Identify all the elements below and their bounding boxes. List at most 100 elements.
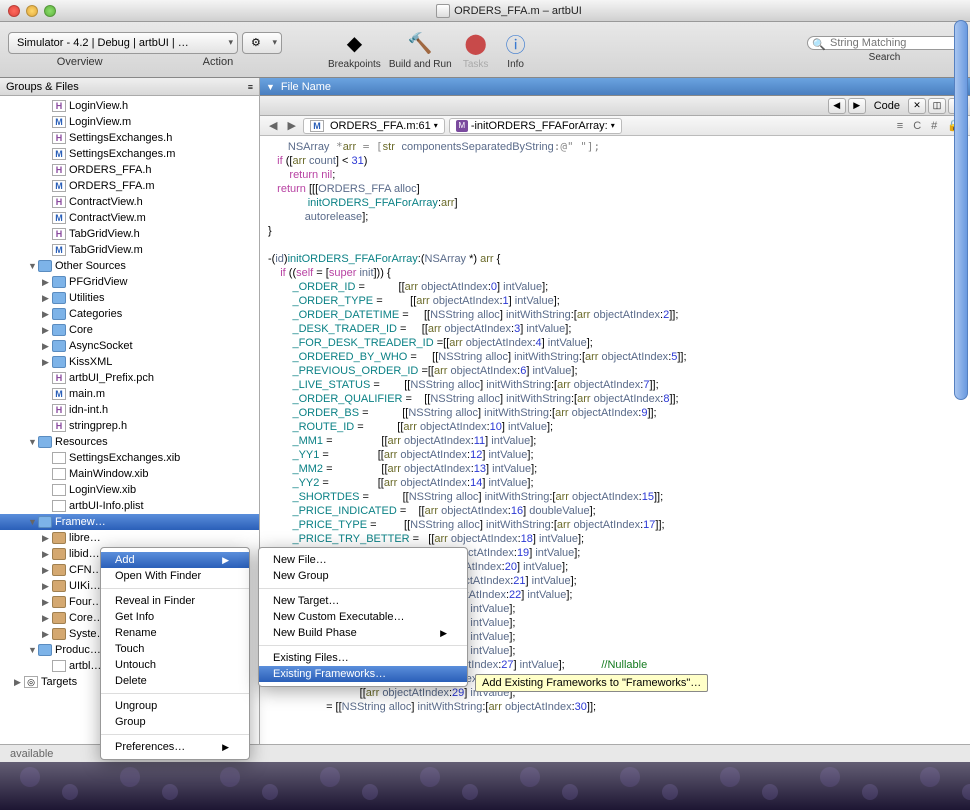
tree-item[interactable]: ▶Utilities — [0, 290, 259, 306]
disclosure-icon[interactable]: ▶ — [42, 629, 52, 640]
history-back-icon[interactable]: ◀ — [266, 119, 280, 132]
include-icon[interactable]: # — [928, 120, 940, 132]
menu-item[interactable]: New Custom Executable… — [259, 609, 467, 625]
tree-item-label: Core… — [69, 612, 104, 624]
build-run-icon[interactable]: 🔨 — [404, 29, 436, 57]
tree-item[interactable]: ▶libre… — [0, 530, 259, 546]
menu-item[interactable]: Ungroup — [101, 698, 249, 714]
h-icon: H — [52, 372, 66, 384]
disclosure-icon[interactable]: ▼ — [28, 645, 38, 655]
disclosure-icon[interactable]: ▼ — [28, 261, 38, 271]
tree-item[interactable]: Hidn-int.h — [0, 402, 259, 418]
disclosure-icon[interactable]: ▶ — [14, 677, 24, 688]
menu-item[interactable]: New File… — [259, 552, 467, 568]
tree-item[interactable]: ▶Core — [0, 322, 259, 338]
tree-item[interactable]: HartbUI_Prefix.pch — [0, 370, 259, 386]
menu-item[interactable]: Delete — [101, 673, 249, 689]
tree-item[interactable]: MLoginView.m — [0, 114, 259, 130]
method-crumb[interactable]: M -initORDERS_FFAForArray: ▾ — [449, 118, 622, 134]
breakpoints-icon[interactable]: ◆ — [338, 29, 370, 57]
disclosure-icon[interactable]: ▶ — [42, 613, 52, 624]
nav-next-icon[interactable]: ▶ — [848, 98, 866, 114]
menu-item[interactable]: New Group — [259, 568, 467, 584]
tree-item[interactable]: ▶ AsyncSocket — [0, 338, 259, 354]
disclosure-icon[interactable]: ▶ — [42, 277, 52, 288]
scheme-dropdown[interactable]: Simulator - 4.2 | Debug | artbUI | … — [8, 32, 238, 54]
tree-item[interactable]: MORDERS_FFA.m — [0, 178, 259, 194]
class-icon[interactable]: C — [910, 120, 924, 132]
document-icon — [436, 4, 450, 18]
tree-item[interactable]: HORDERS_FFA.h — [0, 162, 259, 178]
vertical-scrollbar[interactable] — [954, 20, 968, 400]
close-icon[interactable] — [8, 5, 20, 17]
tree-item[interactable]: ▼Framew… — [0, 514, 259, 530]
tree-item[interactable]: ▶PFGridView — [0, 274, 259, 290]
search-input[interactable] — [830, 37, 953, 49]
sidebar-menu-icon[interactable]: ≡ — [248, 82, 253, 92]
disclosure-icon[interactable]: ▼ — [28, 437, 38, 447]
disclosure-icon[interactable]: ▶ — [42, 325, 52, 336]
tree-item[interactable]: ▶Categories — [0, 306, 259, 322]
h-icon: H — [52, 228, 66, 240]
tree-item[interactable]: HTabGridView.h — [0, 226, 259, 242]
tree-item[interactable]: HLoginView.h — [0, 98, 259, 114]
menu-item[interactable]: Reveal in Finder — [101, 593, 249, 609]
menu-item[interactable]: Add▶ — [101, 552, 249, 568]
tree-item[interactable]: MainWindow.xib — [0, 466, 259, 482]
menu-item[interactable]: Get Info — [101, 609, 249, 625]
menu-item[interactable]: Existing Files… — [259, 650, 467, 666]
menu-item[interactable]: Existing Frameworks… — [259, 666, 467, 682]
tree-item[interactable]: MSettingsExchanges.m — [0, 146, 259, 162]
chevron-down-icon[interactable]: ▼ — [266, 82, 275, 92]
disclosure-icon[interactable]: ▶ — [42, 549, 52, 560]
close-file-icon[interactable]: ✕ — [908, 98, 926, 114]
disclosure-icon[interactable]: ▼ — [28, 517, 38, 527]
tree-item[interactable]: Hstringprep.h — [0, 418, 259, 434]
minimize-icon[interactable] — [26, 5, 38, 17]
menu-item-label: Untouch — [115, 659, 156, 671]
menu-item[interactable]: Untouch — [101, 657, 249, 673]
folder-icon — [38, 260, 52, 272]
menu-item[interactable]: New Target… — [259, 593, 467, 609]
disclosure-icon[interactable]: ▶ — [42, 565, 52, 576]
tasks-icon[interactable]: ⬤ — [460, 29, 492, 57]
tree-item[interactable]: Mmain.m — [0, 386, 259, 402]
menu-item-label: New Target… — [273, 595, 339, 607]
tree-item[interactable]: ▼Other Sources — [0, 258, 259, 274]
tree-item[interactable]: MTabGridView.m — [0, 242, 259, 258]
file-crumb[interactable]: M ORDERS_FFA.m:61 ▾ — [303, 118, 445, 134]
tree-item-label: AsyncSocket — [69, 340, 133, 352]
tree-item[interactable]: HSettingsExchanges.h — [0, 130, 259, 146]
disclosure-icon[interactable]: ▶ — [42, 581, 52, 592]
menu-item[interactable]: Open With Finder — [101, 568, 249, 584]
tree-item-label: artbUI-Info.plist — [69, 500, 144, 512]
disclosure-icon[interactable]: ▶ — [42, 597, 52, 608]
menu-item[interactable]: Rename — [101, 625, 249, 641]
menu-item[interactable]: Touch — [101, 641, 249, 657]
tree-item[interactable]: ▶KissXML — [0, 354, 259, 370]
zoom-icon[interactable] — [44, 5, 56, 17]
disclosure-icon[interactable]: ▶ — [42, 293, 52, 304]
tree-item[interactable]: ▼Resources — [0, 434, 259, 450]
split-icon[interactable]: ◫ — [928, 98, 946, 114]
counterpart-icon[interactable]: ≡ — [894, 120, 906, 132]
tree-item[interactable]: SettingsExchanges.xib — [0, 450, 259, 466]
menu-item[interactable]: Preferences…▶ — [101, 739, 249, 755]
menu-item[interactable]: New Build Phase▶ — [259, 625, 467, 641]
nav-prev-icon[interactable]: ◀ — [828, 98, 846, 114]
tree-item[interactable]: artbUI-Info.plist — [0, 498, 259, 514]
disclosure-icon[interactable]: ▶ — [42, 357, 52, 368]
history-fwd-icon[interactable]: ▶ — [284, 119, 298, 132]
action-dropdown[interactable]: ⚙ — [242, 32, 282, 54]
disclosure-icon[interactable]: ▶ — [42, 533, 52, 544]
disclosure-icon[interactable]: ▶ — [42, 341, 52, 352]
tree-item[interactable]: MContractView.m — [0, 210, 259, 226]
menu-item[interactable]: Group — [101, 714, 249, 730]
m-icon: M — [52, 244, 66, 256]
tree-item[interactable]: LoginView.xib — [0, 482, 259, 498]
disclosure-icon[interactable]: ▶ — [42, 309, 52, 320]
info-icon[interactable]: ⓘ — [500, 29, 532, 57]
tree-item[interactable]: HContractView.h — [0, 194, 259, 210]
code-editor[interactable]: NSArray *arr = [str componentsSeparatedB… — [260, 136, 970, 798]
search-box[interactable] — [807, 36, 962, 50]
